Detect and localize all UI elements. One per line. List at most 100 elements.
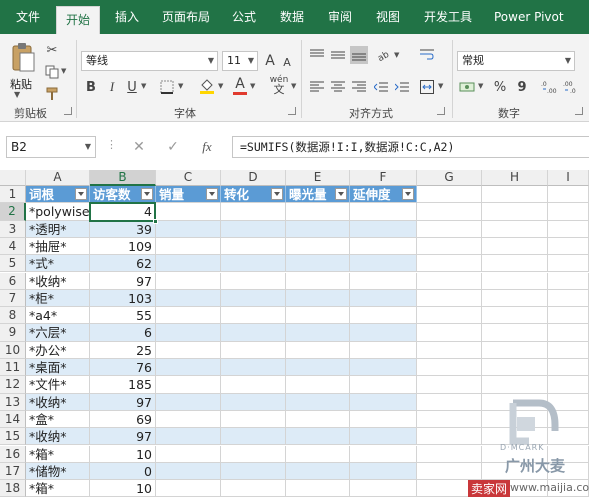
cell[interactable]	[221, 480, 286, 498]
cell[interactable]	[156, 445, 221, 463]
cell[interactable]	[350, 220, 417, 238]
phonetic-icon[interactable]: wén 文	[268, 74, 290, 96]
visitors-cell[interactable]: 62	[90, 255, 156, 273]
cell[interactable]	[417, 410, 482, 429]
keyword-cell[interactable]: *六层*	[26, 324, 90, 342]
cell[interactable]	[286, 480, 350, 498]
cell[interactable]	[417, 324, 482, 342]
column-header-a[interactable]: A	[26, 170, 90, 186]
shrink-font-icon[interactable]: A	[280, 53, 294, 71]
increase-decimal-icon[interactable]: .0.00	[540, 78, 560, 96]
cell[interactable]	[350, 393, 417, 411]
align-center-icon[interactable]	[329, 78, 347, 96]
cell[interactable]	[548, 341, 589, 359]
bold-button[interactable]: B	[84, 78, 98, 96]
cell[interactable]	[482, 341, 548, 359]
orientation-dropdown-icon[interactable]: ▼	[394, 51, 399, 59]
cell[interactable]	[548, 376, 589, 394]
tab-review[interactable]: 审阅	[328, 0, 352, 34]
tab-home[interactable]: 开始	[56, 6, 101, 34]
percent-button[interactable]: %	[492, 78, 508, 96]
cell[interactable]	[482, 359, 548, 377]
cell[interactable]	[350, 255, 417, 273]
cell[interactable]	[156, 220, 221, 238]
cell[interactable]	[350, 289, 417, 308]
fill-color-icon[interactable]	[198, 76, 216, 96]
decrease-decimal-icon[interactable]: .00.0	[562, 78, 582, 96]
paste-icon[interactable]	[8, 40, 38, 74]
font-size-select[interactable]: 11 ▼	[222, 51, 258, 71]
visitors-cell[interactable]: 39	[90, 220, 156, 238]
cell[interactable]	[221, 307, 286, 325]
cell[interactable]	[548, 272, 589, 290]
cell[interactable]	[417, 272, 482, 290]
cell[interactable]	[221, 359, 286, 377]
select-all-corner[interactable]	[0, 170, 26, 186]
cell[interactable]	[221, 255, 286, 273]
visitors-cell[interactable]: 97	[90, 272, 156, 290]
visitors-cell[interactable]: 109	[90, 237, 156, 256]
cancel-entry-icon[interactable]: ✕	[130, 138, 148, 156]
cell[interactable]	[350, 324, 417, 342]
filter-dropdown-icon[interactable]	[271, 188, 283, 200]
column-header-c[interactable]: C	[156, 170, 221, 186]
cell[interactable]	[482, 324, 548, 342]
cell[interactable]	[417, 359, 482, 377]
copy-dropdown-icon[interactable]: ▼	[61, 67, 66, 75]
cell[interactable]	[286, 237, 350, 256]
column-header-d[interactable]: D	[221, 170, 286, 186]
cell[interactable]	[548, 220, 589, 238]
cell[interactable]	[286, 393, 350, 411]
cell[interactable]	[221, 445, 286, 463]
row-header[interactable]: 18	[0, 480, 26, 498]
cell[interactable]	[286, 203, 350, 221]
cell[interactable]	[417, 307, 482, 325]
cell[interactable]	[482, 255, 548, 273]
cell[interactable]	[548, 203, 589, 221]
borders-icon[interactable]	[158, 78, 176, 96]
cell[interactable]	[221, 220, 286, 238]
font-color-icon[interactable]: A	[232, 75, 248, 95]
table-header-cell[interactable]: 延伸度	[350, 186, 417, 204]
column-header-f[interactable]: F	[350, 170, 417, 186]
keyword-cell[interactable]: *盒*	[26, 410, 90, 429]
cell[interactable]	[548, 186, 589, 204]
visitors-cell[interactable]: 10	[90, 445, 156, 463]
currency-dropdown-icon[interactable]: ▼	[478, 82, 483, 90]
tab-file[interactable]: 文件	[16, 0, 40, 34]
keyword-cell[interactable]: *办公*	[26, 341, 90, 359]
cell[interactable]	[548, 307, 589, 325]
cell[interactable]	[156, 203, 221, 221]
keyword-cell[interactable]: *收纳*	[26, 428, 90, 446]
row-header[interactable]: 7	[0, 289, 26, 308]
tab-developer[interactable]: 开发工具	[424, 0, 472, 34]
visitors-cell[interactable]: 0	[90, 462, 156, 481]
keyword-cell[interactable]: *收纳*	[26, 272, 90, 290]
column-header-h[interactable]: H	[482, 170, 548, 186]
cell[interactable]	[156, 359, 221, 377]
filter-dropdown-icon[interactable]	[335, 188, 347, 200]
filter-dropdown-icon[interactable]	[206, 188, 218, 200]
tab-data[interactable]: 数据	[280, 0, 304, 34]
visitors-cell[interactable]: 55	[90, 307, 156, 325]
cell[interactable]	[221, 428, 286, 446]
visitors-cell[interactable]: 69	[90, 410, 156, 429]
font-color-dropdown-icon[interactable]: ▼	[250, 82, 255, 90]
cell[interactable]	[417, 445, 482, 463]
keyword-cell[interactable]: *透明*	[26, 220, 90, 238]
visitors-cell[interactable]: 185	[90, 376, 156, 394]
cell[interactable]	[286, 428, 350, 446]
font-launcher-icon[interactable]	[288, 107, 296, 115]
confirm-entry-icon[interactable]: ✓	[164, 138, 182, 156]
format-painter-icon[interactable]	[44, 86, 60, 102]
keyword-cell[interactable]: *储物*	[26, 462, 90, 481]
table-header-cell[interactable]: 曝光量	[286, 186, 350, 204]
visitors-cell[interactable]: 76	[90, 359, 156, 377]
cell[interactable]	[482, 220, 548, 238]
column-header-b[interactable]: B	[90, 170, 156, 186]
formula-input[interactable]: =SUMIFS(数据源!I:I,数据源!C:C,A2)	[232, 136, 589, 158]
copy-icon[interactable]	[44, 64, 60, 80]
row-header[interactable]: 3	[0, 220, 26, 238]
cell[interactable]	[417, 289, 482, 308]
table-header-cell[interactable]: 销量	[156, 186, 221, 204]
